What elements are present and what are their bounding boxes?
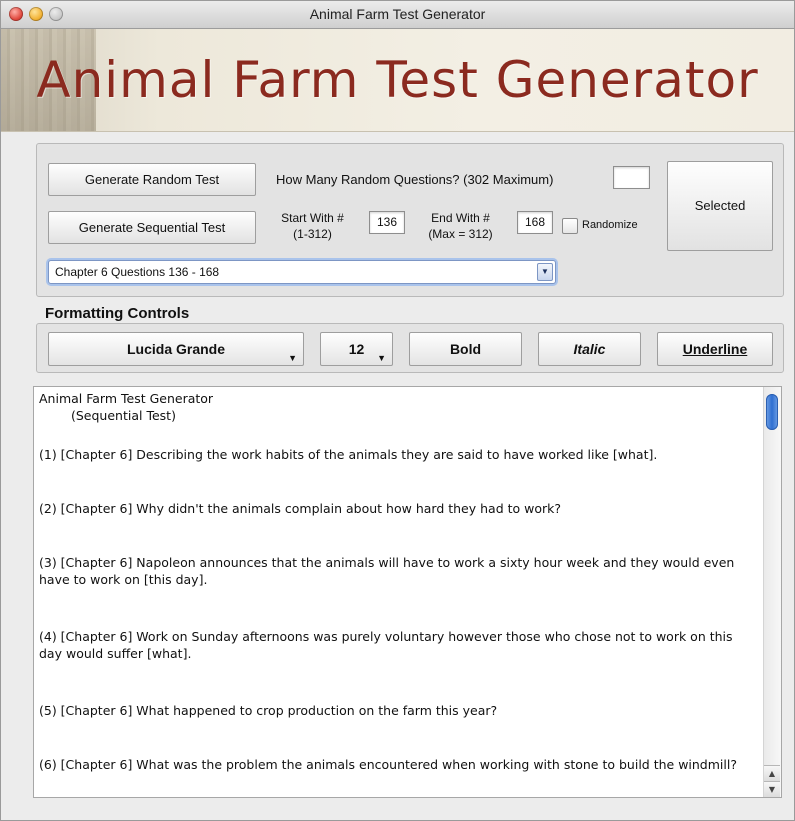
font-popup-value: Lucida Grande	[126, 341, 226, 357]
randomize-label: Randomize	[582, 219, 638, 231]
how-many-input[interactable]	[613, 166, 650, 189]
bold-button[interactable]: Bold	[409, 332, 522, 366]
formatting-controls-title: Formatting Controls	[45, 305, 190, 322]
question-item: (2) [Chapter 6] Why didn't the animals c…	[39, 501, 562, 516]
app-window: Animal Farm Test Generator Animal Farm T…	[0, 0, 795, 821]
question-item: (4) [Chapter 6] Work on Sunday afternoon…	[39, 629, 733, 661]
header-banner: Animal Farm Test Generator	[1, 29, 794, 132]
selected-button[interactable]: Selected	[667, 161, 773, 251]
vertical-scrollbar[interactable]: ▲ ▼	[763, 387, 781, 797]
arrow-up-icon[interactable]: ▲	[764, 765, 780, 781]
title-bar: Animal Farm Test Generator	[1, 1, 794, 29]
window-title: Animal Farm Test Generator	[309, 6, 486, 22]
italic-button[interactable]: Italic	[538, 332, 641, 366]
chevron-down-icon[interactable]: ▼	[537, 263, 553, 281]
start-number-input[interactable]: 136	[369, 211, 405, 234]
scroll-thumb[interactable]	[766, 394, 778, 430]
start-with-label: Start With #	[281, 211, 344, 225]
document-subtitle: (Sequential Test)	[71, 408, 176, 423]
randomize-checkbox[interactable]	[562, 218, 578, 234]
caret-down-icon: ▼	[377, 353, 386, 363]
question-item: (6) [Chapter 6] What was the problem the…	[39, 757, 737, 772]
chapter-select-value: Chapter 6 Questions 136 - 168	[55, 265, 220, 279]
document-header: Animal Farm Test Generator (Sequential T…	[39, 390, 213, 424]
how-many-label: How Many Random Questions? (302 Maximum)	[276, 172, 554, 187]
caret-down-icon: ▼	[288, 353, 297, 363]
question-item: (3) [Chapter 6] Napoleon announces that …	[39, 555, 735, 587]
start-range-label: (1-312)	[293, 227, 332, 241]
end-number-input[interactable]: 168	[517, 211, 553, 234]
end-with-label: End With #	[431, 211, 490, 225]
end-range-label: (Max = 312)	[428, 227, 493, 241]
generate-random-test-button[interactable]: Generate Random Test	[48, 163, 256, 196]
font-size-popup[interactable]: 12 ▼	[320, 332, 393, 366]
font-popup[interactable]: Lucida Grande ▼	[48, 332, 304, 366]
question-item: (1) [Chapter 6] Describing the work habi…	[39, 447, 658, 462]
document-title: Animal Farm Test Generator	[39, 391, 214, 406]
font-size-value: 12	[348, 341, 365, 357]
test-document[interactable]: Animal Farm Test Generator (Sequential T…	[33, 386, 782, 798]
question-item: (5) [Chapter 6] What happened to crop pr…	[39, 703, 498, 718]
chapter-select[interactable]: Chapter 6 Questions 136 - 168 ▼	[48, 260, 556, 284]
arrow-down-icon[interactable]: ▼	[764, 781, 780, 797]
banner-title: Animal Farm Test Generator	[36, 51, 759, 109]
underline-button[interactable]: Underline	[657, 332, 773, 366]
generate-sequential-test-button[interactable]: Generate Sequential Test	[48, 211, 256, 244]
